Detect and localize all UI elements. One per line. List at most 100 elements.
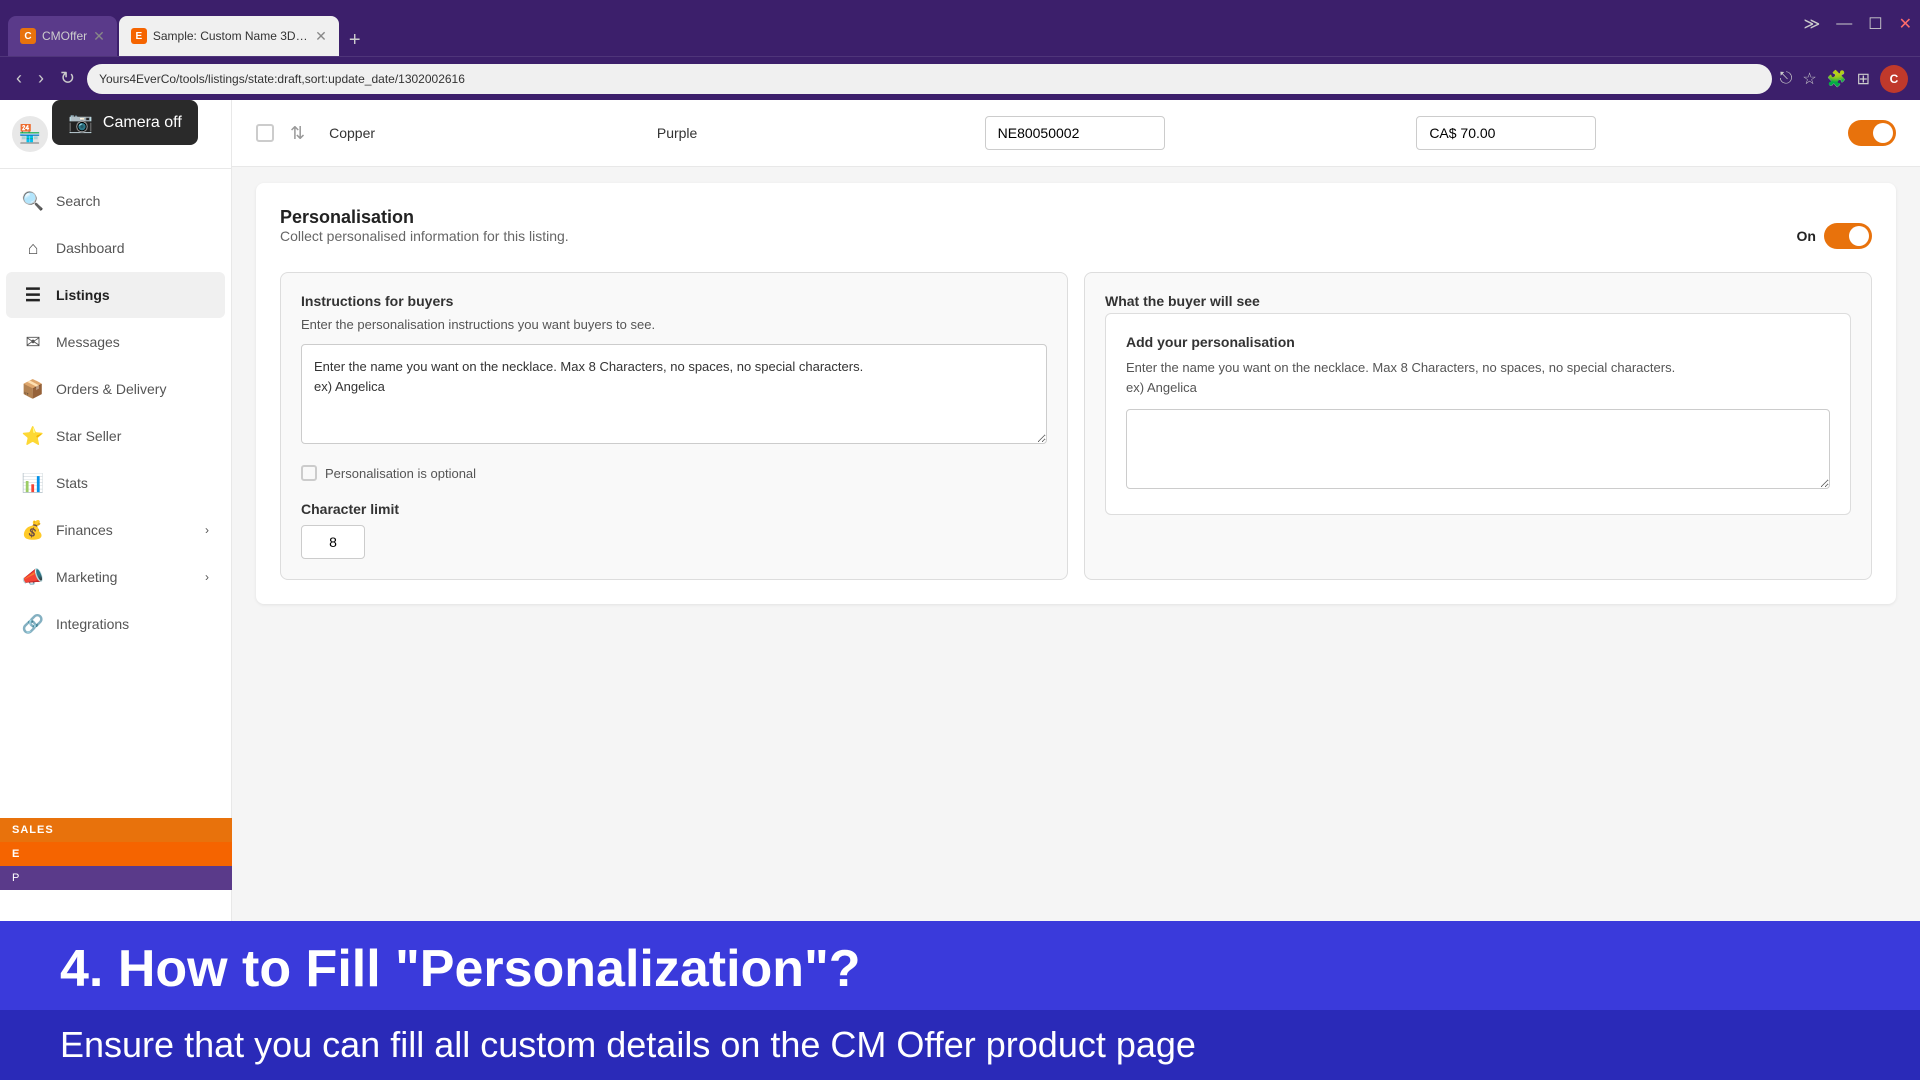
preview-box: Add your personalisation Enter the name … [1105,313,1851,515]
orders-icon: 📦 [22,378,44,400]
sidebar-item-starseller[interactable]: ⭐ Star Seller [6,413,225,459]
char-limit-input[interactable] [301,525,365,559]
share-icon[interactable]: ⎋ [1780,70,1793,88]
instructions-preview-columns: Instructions for buyers Enter the person… [280,272,1872,580]
p-bar: P [0,866,232,890]
back-button[interactable]: ‹ [12,64,26,93]
preview-column: What the buyer will see Add your persona… [1084,272,1872,580]
camera-off-icon: 📷 [68,110,93,135]
tab-bar: C CMOffer ✕ E Sample: Custom Name 3D Jew… [8,0,369,56]
marketing-icon: 📣 [22,566,44,588]
sidebar-item-orders[interactable]: 📦 Orders & Delivery [6,366,225,412]
user-avatar[interactable]: C [1880,65,1908,93]
section-header: Personalisation Collect personalised inf… [280,207,1872,264]
dashboard-icon: ⌂ [22,237,44,259]
sales-bar: SALES [0,818,232,842]
profile-icon[interactable]: ⊞ [1857,69,1870,89]
row-material: Copper [321,125,641,141]
sidebar-item-dashboard[interactable]: ⌂ Dashboard [6,225,225,271]
row-toggle[interactable] [1848,120,1896,146]
character-limit-section: Character limit [301,501,1047,559]
messages-icon: ✉ [22,331,44,353]
overflow-button[interactable]: ≫ [1804,14,1821,34]
banner-top-text: 4. How to Fill "Personalization"? [60,941,1860,998]
personalisation-toggle-row: On [1797,223,1872,249]
browser-chrome: C CMOffer ✕ E Sample: Custom Name 3D Jew… [0,0,1920,56]
banner-bottom-text: Ensure that you can fill all custom deta… [60,1024,1860,1066]
personalisation-toggle-label: On [1797,228,1816,244]
sidebar-item-finances[interactable]: 💰 Finances › [6,507,225,553]
preview-column-title: What the buyer will see [1105,293,1851,309]
cmoffers-tab-close[interactable]: ✕ [93,28,105,45]
personalisation-description: Collect personalised information for thi… [280,228,569,244]
preview-add-label: Add your personalisation [1126,334,1830,350]
sidebar-item-listings[interactable]: ☰ Listings [6,272,225,318]
extensions-icon[interactable]: 🧩 [1827,69,1847,89]
finances-icon: 💰 [22,519,44,541]
row-color: Purple [657,125,969,141]
sidebar-item-integrations[interactable]: 🔗 Integrations [6,601,225,647]
row-price: CA$ 70.00 [1416,116,1832,150]
etsy-favicon: E [131,28,147,44]
p-bar-letter: P [12,872,19,884]
personalisation-title: Personalisation [280,207,569,228]
sidebar-item-search[interactable]: 🔍 Search [6,178,225,224]
sidebar-item-label: Finances [56,522,113,538]
char-limit-title: Character limit [301,501,1047,517]
optional-checkbox[interactable] [301,465,317,481]
instructions-textarea[interactable]: Enter the name you want on the necklace.… [301,344,1047,444]
sidebar-item-label: Dashboard [56,240,125,256]
sidebar-item-label: Stats [56,475,88,491]
etsy-tab-label: Sample: Custom Name 3D Jewel... [153,29,309,43]
row-sku [985,116,1401,150]
personalisation-section: Personalisation Collect personalised inf… [256,183,1896,604]
etsy-tab-close[interactable]: ✕ [315,28,327,45]
etsy-bar-letter: E [12,848,19,860]
overlay-banner: 4. How to Fill "Personalization"? Ensure… [0,921,1920,1080]
row-checkbox[interactable] [256,124,274,142]
shop-icon: 🏪 [12,116,48,152]
price-display: CA$ 70.00 [1416,116,1596,150]
close-button[interactable]: ✕ [1899,14,1912,34]
integrations-icon: 🔗 [22,613,44,635]
sidebar-item-label: Search [56,193,100,209]
optional-checkbox-label: Personalisation is optional [325,466,476,481]
finances-chevron-icon: › [205,523,209,537]
instructions-column-label: Enter the personalisation instructions y… [301,317,1047,332]
bookmark-icon[interactable]: ☆ [1802,69,1816,89]
starseller-icon: ⭐ [22,425,44,447]
forward-button[interactable]: › [34,64,48,93]
address-text: Yours4EverCo/tools/listings/state:draft,… [99,72,465,86]
tab-etsy[interactable]: E Sample: Custom Name 3D Jewel... ✕ [119,16,339,56]
drag-handle-icon[interactable]: ⇅ [290,123,305,144]
material-value: Copper [329,125,375,141]
stats-icon: 📊 [22,472,44,494]
tab-cmoffers[interactable]: C CMOffer ✕ [8,16,117,56]
table-row-section: ⇅ Copper Purple CA$ 70.00 [232,100,1920,167]
optional-checkbox-row: Personalisation is optional [301,465,1047,481]
preview-input[interactable] [1126,409,1830,489]
sidebar-item-label: Listings [56,287,110,303]
address-bar-row: ‹ › ↻ Yours4EverCo/tools/listings/state:… [0,56,1920,100]
sidebar-item-stats[interactable]: 📊 Stats [6,460,225,506]
sku-input[interactable] [985,116,1165,150]
search-icon: 🔍 [22,190,44,212]
sidebar-item-marketing[interactable]: 📣 Marketing › [6,554,225,600]
address-bar[interactable]: Yours4EverCo/tools/listings/state:draft,… [87,64,1772,94]
minimize-button[interactable]: — [1836,15,1852,33]
sidebar-item-label: Marketing [56,569,117,585]
banner-top: 4. How to Fill "Personalization"? [0,921,1920,1010]
instructions-column-title: Instructions for buyers [301,293,1047,309]
sidebar-item-messages[interactable]: ✉ Messages [6,319,225,365]
reload-button[interactable]: ↻ [56,64,79,93]
marketing-chevron-icon: › [205,570,209,584]
sidebar-item-label: Integrations [56,616,129,632]
maximize-button[interactable]: ☐ [1868,14,1882,34]
add-tab-button[interactable]: + [341,25,369,56]
preview-text: Enter the name you want on the necklace.… [1126,358,1830,397]
camera-off-label: Camera off [103,114,182,132]
color-value: Purple [657,125,697,141]
row-toggle-switch[interactable] [1848,120,1896,146]
personalisation-toggle-switch[interactable] [1824,223,1872,249]
product-row: ⇅ Copper Purple CA$ 70.00 [256,100,1896,166]
